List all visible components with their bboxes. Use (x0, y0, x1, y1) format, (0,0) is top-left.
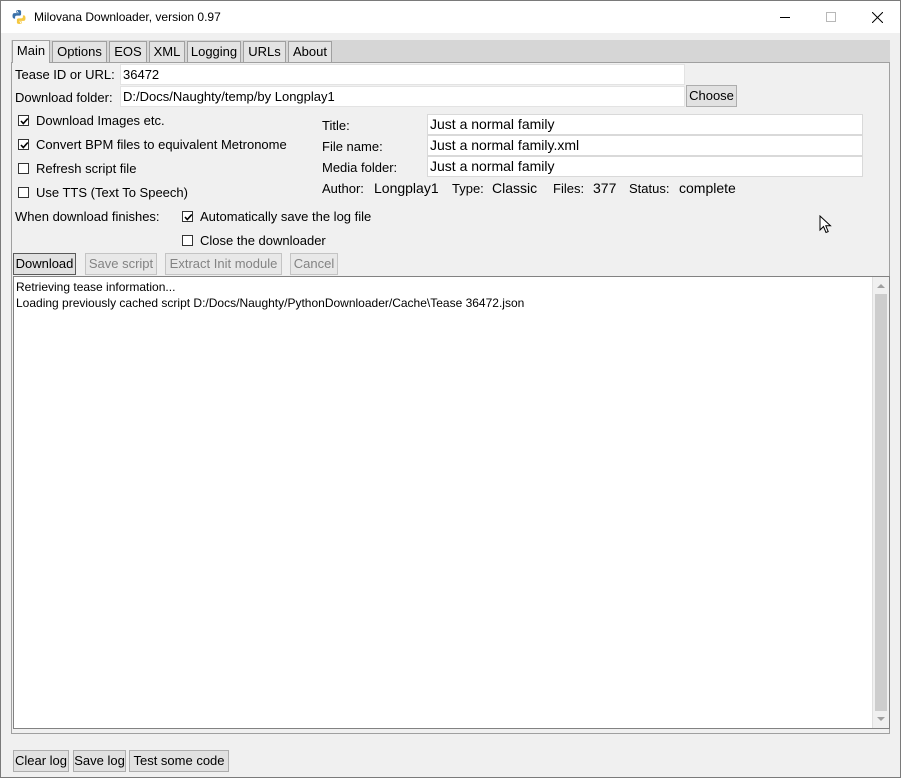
save-log-button[interactable]: Save log (73, 750, 126, 772)
download-images-label: Download Images etc. (36, 113, 165, 128)
convert-bpm-checkbox[interactable] (18, 139, 29, 150)
app-window: Milovana Downloader, version 0.97 Main O… (0, 0, 901, 778)
cancel-button[interactable]: Cancel (290, 253, 338, 275)
python-logo-icon (11, 9, 27, 25)
title-label: Title: (322, 118, 350, 133)
type-label: Type: (452, 181, 484, 196)
tab-eos[interactable]: EOS (109, 41, 147, 63)
log-output[interactable]: Retrieving tease information... Loading … (13, 276, 890, 729)
title-bar: Milovana Downloader, version 0.97 (1, 1, 900, 33)
choose-folder-button[interactable]: Choose (686, 85, 737, 107)
use-tts-label: Use TTS (Text To Speech) (36, 185, 188, 200)
use-tts-checkbox[interactable] (18, 187, 29, 198)
download-folder-input[interactable]: D:/Docs/Naughty/temp/by Longplay1 (120, 86, 685, 107)
save-script-button[interactable]: Save script (85, 253, 157, 275)
checkmark-icon (20, 141, 29, 149)
title-field[interactable]: Just a normal family (427, 114, 863, 135)
media-folder-field[interactable]: Just a normal family (427, 156, 863, 177)
scrollbar-thumb[interactable] (875, 294, 887, 711)
scroll-down-icon[interactable] (873, 711, 889, 728)
minimize-button[interactable] (762, 1, 808, 33)
download-button[interactable]: Download (13, 253, 76, 275)
finish-label: When download finishes: (15, 209, 160, 224)
tab-xml[interactable]: XML (149, 41, 185, 63)
log-line: Retrieving tease information... (16, 280, 176, 294)
status-label: Status: (629, 181, 670, 196)
download-images-checkbox[interactable] (18, 115, 29, 126)
close-button[interactable] (854, 1, 900, 33)
log-scrollbar[interactable] (872, 277, 889, 728)
refresh-script-label: Refresh script file (36, 161, 137, 176)
clear-log-button[interactable]: Clear log (13, 750, 69, 772)
author-label: Author: (322, 181, 364, 196)
maximize-icon (826, 12, 836, 22)
auto-save-log-checkbox[interactable] (182, 211, 193, 222)
convert-bpm-label: Convert BPM files to equivalent Metronom… (36, 137, 287, 152)
close-icon (871, 11, 883, 23)
log-line: Loading previously cached script D:/Docs… (16, 296, 525, 310)
maximize-button[interactable] (808, 1, 854, 33)
mouse-cursor-icon (819, 214, 833, 238)
type-value: Classic (492, 180, 538, 196)
auto-save-log-label: Automatically save the log file (200, 209, 372, 224)
status-value: complete (679, 180, 736, 196)
download-folder-label: Download folder: (15, 90, 113, 105)
tease-id-input[interactable]: 36472 (120, 64, 685, 85)
tab-about[interactable]: About (288, 41, 332, 63)
refresh-script-checkbox[interactable] (18, 163, 29, 174)
checkmark-icon (184, 213, 193, 221)
tab-options[interactable]: Options (52, 41, 107, 63)
close-downloader-label: Close the downloader (200, 233, 326, 248)
tease-id-label: Tease ID or URL: (15, 67, 115, 82)
tab-urls[interactable]: URLs (243, 41, 286, 63)
minimize-icon (780, 17, 790, 18)
window-title: Milovana Downloader, version 0.97 (34, 10, 221, 24)
close-downloader-checkbox[interactable] (182, 235, 193, 246)
tab-logging[interactable]: Logging (187, 41, 241, 63)
file-name-field[interactable]: Just a normal family.xml (427, 135, 863, 156)
scroll-up-icon[interactable] (873, 277, 889, 294)
author-value: Longplay1 (374, 180, 439, 196)
test-some-code-button[interactable]: Test some code (129, 750, 229, 772)
media-folder-label: Media folder: (322, 160, 398, 175)
checkmark-icon (20, 117, 29, 125)
files-value: 377 (593, 180, 617, 196)
files-label: Files: (553, 181, 585, 196)
file-name-label: File name: (322, 139, 383, 154)
tab-main[interactable]: Main (12, 40, 50, 63)
extract-init-module-button[interactable]: Extract Init module (165, 253, 282, 275)
